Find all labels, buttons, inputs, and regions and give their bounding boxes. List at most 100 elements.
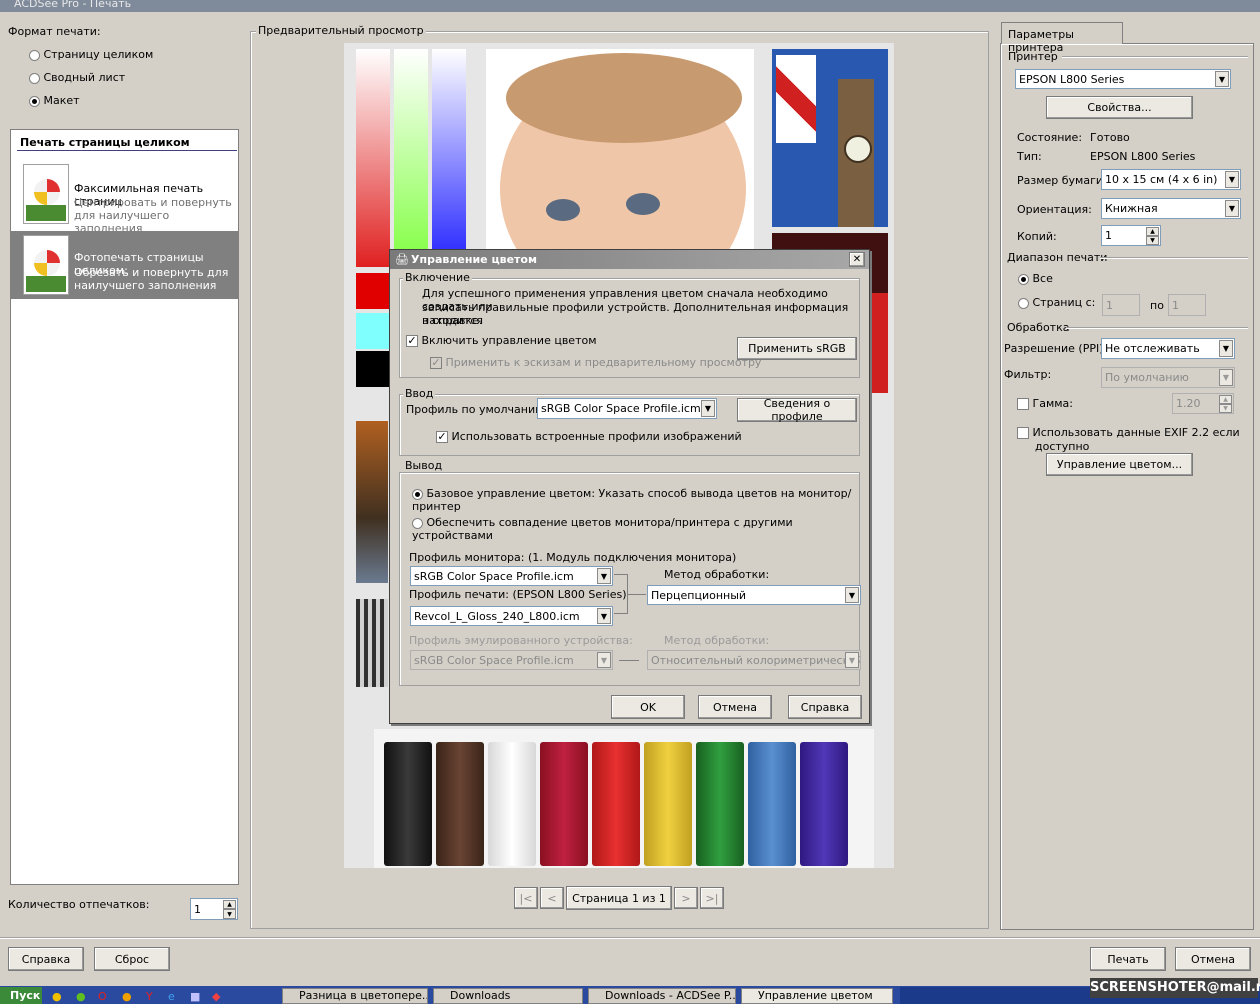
layout-item-photo-selected[interactable]: Фотопечать страницы целиком: Обрезать и … [11, 231, 238, 299]
basic-cm-option[interactable]: Базовое управление цветом: Указать спосо… [412, 487, 869, 513]
radio-selected-icon[interactable] [412, 488, 423, 500]
method2-select[interactable]: Относительный колориметрический ▼ [647, 650, 861, 670]
prev-page-button[interactable]: < [540, 887, 564, 909]
gamma-input[interactable]: 1.20 ▲ ▼ [1172, 393, 1234, 414]
profile-info-button[interactable]: Сведения о профиле [737, 397, 857, 423]
start-button[interactable]: Пуск [0, 987, 42, 1004]
spin-down-icon[interactable]: ▼ [223, 909, 236, 919]
chevron-down-icon[interactable]: ▼ [845, 652, 859, 668]
printer-properties-button[interactable]: Свойства... [1046, 96, 1193, 119]
browser-icon[interactable]: e [168, 990, 175, 1003]
format-option-full-page[interactable]: Страницу целиком [29, 48, 153, 61]
prints-count-label: Количество отпечатков: [8, 898, 150, 911]
chevron-down-icon[interactable]: ▼ [1225, 171, 1239, 188]
taskbar-item[interactable]: Downloads - ACDSee P... [588, 988, 736, 1004]
taskbar-item[interactable]: Разница в цветопере... [282, 988, 428, 1004]
printer-select[interactable]: EPSON L800 Series ▼ [1015, 69, 1231, 89]
cancel-button[interactable]: Отмена [1175, 947, 1251, 971]
paper-size-select[interactable]: 10 x 15 см (4 x 6 in) ▼ [1101, 169, 1241, 190]
app-icon[interactable]: ■ [190, 990, 200, 1003]
thread-spool-red [592, 742, 640, 866]
method-select[interactable]: Перцепционный ▼ [647, 585, 861, 605]
checkbox-checked-icon[interactable]: ✓ [430, 357, 442, 369]
opera-icon[interactable]: O [98, 990, 107, 1003]
reset-button[interactable]: Сброс [94, 947, 170, 971]
range-to-input[interactable]: 1 [1168, 294, 1206, 316]
chevron-down-icon[interactable]: ▼ [597, 652, 611, 668]
color-management-button[interactable]: Управление цветом... [1046, 453, 1193, 476]
radio-icon[interactable] [412, 517, 423, 529]
match-colors-option[interactable]: Обеспечить совпадение цветов монитора/пр… [412, 516, 869, 542]
orientation-select[interactable]: Книжная ▼ [1101, 198, 1241, 219]
range-to-label: по [1150, 299, 1164, 312]
tab-printer-settings[interactable]: Параметры принтера [1001, 22, 1123, 54]
range-from-input[interactable]: 1 [1102, 294, 1140, 316]
spin-down-icon[interactable]: ▼ [1219, 404, 1232, 413]
apply-srgb-button[interactable]: Применить sRGB [737, 337, 857, 360]
thread-spool-green [696, 742, 744, 866]
prints-count-input[interactable]: 1 ▲ ▼ [190, 898, 238, 920]
checkbox-checked-icon[interactable]: ✓ [406, 335, 418, 347]
range-pages-option[interactable]: Страниц с: [1018, 296, 1095, 309]
page-indicator: Страница 1 из 1 [566, 886, 672, 910]
print-button[interactable]: Печать [1090, 947, 1166, 971]
app-icon[interactable]: ● [76, 990, 86, 1003]
yandex-icon[interactable]: Y [146, 990, 153, 1003]
radio-icon[interactable] [29, 49, 40, 61]
dialog-ok-button[interactable]: OK [611, 695, 685, 719]
spin-up-icon[interactable]: ▲ [1219, 395, 1232, 404]
next-page-button[interactable]: > [674, 887, 698, 909]
radio-icon[interactable] [1018, 297, 1029, 309]
building-photo [356, 599, 388, 687]
chevron-down-icon[interactable]: ▼ [1225, 200, 1239, 217]
chevron-down-icon[interactable]: ▼ [1215, 71, 1229, 87]
gamma-checkbox[interactable]: Гамма: [1017, 397, 1073, 410]
chevron-down-icon[interactable]: ▼ [701, 400, 715, 417]
first-page-button[interactable]: |< [514, 887, 538, 909]
dialog-cancel-button[interactable]: Отмена [698, 695, 772, 719]
spin-down-icon[interactable]: ▼ [1146, 236, 1159, 245]
autumn-photo [356, 421, 388, 583]
default-profile-select[interactable]: sRGB Color Space Profile.icm ▼ [537, 398, 717, 419]
format-option-contact-sheet[interactable]: Сводный лист [29, 71, 125, 84]
copies-input[interactable]: 1 ▲ ▼ [1101, 225, 1161, 246]
app-icon[interactable]: ● [52, 990, 62, 1003]
chevron-down-icon[interactable]: ▼ [845, 587, 859, 603]
chevron-down-icon[interactable]: ▼ [1219, 369, 1233, 386]
close-icon[interactable]: ✕ [849, 252, 865, 267]
resolution-select[interactable]: Не отслеживать ▼ [1101, 338, 1235, 359]
emulated-profile-select[interactable]: sRGB Color Space Profile.icm ▼ [410, 650, 613, 670]
checkbox-icon[interactable] [1017, 427, 1029, 439]
monitor-profile-select[interactable]: sRGB Color Space Profile.icm ▼ [410, 566, 613, 586]
radio-selected-icon[interactable] [29, 95, 40, 107]
dialog-help-button[interactable]: Справка [788, 695, 862, 719]
header-divider [17, 150, 237, 151]
checkbox-checked-icon[interactable]: ✓ [436, 431, 448, 443]
checkbox-icon[interactable] [1017, 398, 1029, 410]
app-icon[interactable]: ◆ [212, 990, 220, 1003]
exif-checkbox[interactable]: Использовать данные EXIF 2.2 если [1017, 426, 1240, 439]
help-button[interactable]: Справка [8, 947, 84, 971]
spin-up-icon[interactable]: ▲ [1146, 227, 1159, 236]
filter-select[interactable]: По умолчанию ▼ [1101, 367, 1235, 388]
print-profile-select[interactable]: Revcol_L_Gloss_240_L800.icm ▼ [410, 606, 613, 626]
range-all-option[interactable]: Все [1018, 272, 1053, 285]
enable-cm-checkbox[interactable]: ✓ Включить управление цветом [406, 334, 597, 347]
thread-spool-brown [436, 742, 484, 866]
use-embedded-checkbox[interactable]: ✓ Использовать встроенные профили изобра… [436, 430, 742, 443]
spin-up-icon[interactable]: ▲ [223, 900, 236, 909]
chevron-down-icon[interactable]: ▼ [597, 608, 611, 624]
format-label: Формат печати: [8, 25, 101, 38]
layout-item-facsimile[interactable]: Факсимильная печать страниц Центрировать… [11, 160, 238, 235]
app-icon[interactable]: ● [122, 990, 132, 1003]
radio-selected-icon[interactable] [1018, 273, 1029, 285]
last-page-button[interactable]: >| [700, 887, 724, 909]
apply-thumbs-checkbox[interactable]: ✓ Применить к эскизам и предварительному… [430, 356, 761, 369]
chevron-down-icon[interactable]: ▼ [1219, 340, 1233, 357]
format-option-layout[interactable]: Макет [29, 94, 80, 107]
taskbar-item-active[interactable]: Управление цветом [741, 988, 893, 1004]
chevron-down-icon[interactable]: ▼ [597, 568, 611, 584]
taskbar-item[interactable]: Downloads [433, 988, 583, 1004]
radio-icon[interactable] [29, 72, 40, 84]
layout-list: Печать страницы целиком Факсимильная печ… [10, 129, 239, 885]
